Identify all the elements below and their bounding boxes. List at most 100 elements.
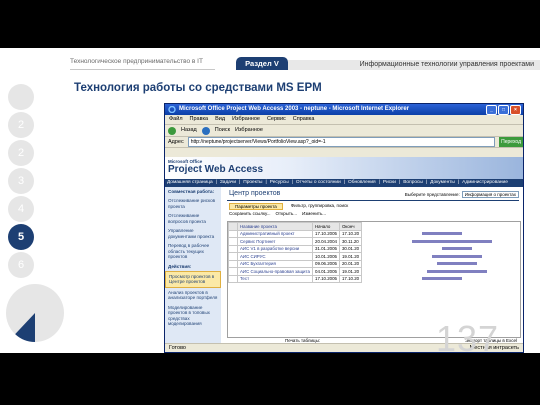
edit-button[interactable]: Изменить... [302, 211, 326, 216]
menu-edit[interactable]: Правка [190, 115, 209, 124]
leftnav-item[interactable]: Управление документами проекта [165, 226, 221, 241]
back-icon[interactable] [168, 126, 176, 135]
content-divider [227, 200, 519, 201]
topnav-home[interactable]: Домашняя страница [167, 179, 213, 187]
topnav-risks[interactable]: Риски [383, 179, 396, 187]
close-icon[interactable]: × [510, 105, 521, 115]
favorites-button[interactable]: Избранное [235, 125, 263, 136]
menu-favorites[interactable]: Избранное [232, 115, 260, 124]
content-tabs: Параметры проекта Фильтр, группировка, п… [229, 203, 348, 210]
menu-file[interactable]: Файл [169, 115, 183, 124]
table-cell: АИС Социально-правовая защита [237, 267, 313, 276]
slide-number-5[interactable]: 4 [8, 196, 34, 222]
slide-number-2[interactable]: 2 [8, 112, 34, 138]
pwa-logo-big: Project Web Access [168, 164, 264, 175]
gantt-bar [422, 232, 462, 235]
gantt-bar [427, 269, 487, 273]
browser-titlebar: Microsoft Office Project Web Access 2003… [165, 104, 523, 115]
table-cell: 17.10.20 [338, 229, 363, 238]
forward-icon[interactable] [201, 126, 210, 135]
table-row[interactable]: АИС Бухгалтерия 09.06.2005 20.01.20 [228, 259, 363, 268]
topnav-status-reports[interactable]: Отчеты о состоянии [296, 179, 341, 187]
table-cell: Сервис Портинет [237, 237, 313, 246]
search-button[interactable]: Поиск [215, 125, 230, 136]
slide-title: Технология работы со средствами MS EPM [74, 82, 322, 94]
status-left: Готово [169, 345, 186, 351]
topnav-updates[interactable]: Обновления [348, 179, 376, 187]
pwa-leftnav: Совместная работа: Отслеживание рисков п… [165, 187, 221, 343]
table-row[interactable]: Сервис Портинет 20.04.2004 30.11.20 [228, 237, 363, 246]
project-table: Название проекта Начало Оконч Администра… [228, 222, 363, 283]
leftnav-item[interactable]: Анализ проектов в анализаторе портфеля [165, 288, 221, 303]
table-row[interactable]: АИС Социально-правовая защита 04.01.2005 1… [228, 267, 363, 276]
table-row[interactable]: АИС СИРУС 10.01.2005 19.01.20 [228, 252, 363, 261]
col-header[interactable]: Оконч [338, 222, 363, 231]
leftnav-item[interactable]: Отслеживание вопросов проекта [165, 211, 221, 226]
address-input[interactable]: http://neptune/projectserver/Views/Portf… [187, 137, 496, 147]
topnav-projects[interactable]: Проекты [243, 179, 262, 187]
gantt-bar [432, 254, 482, 258]
gantt-bar [442, 247, 472, 250]
table-cell: 10.01.2005 [312, 252, 340, 261]
table-row[interactable]: Тест 17.10.2005 17.10.20 [228, 274, 363, 283]
presentation-slide: Технологическое предпринимательство в IT… [0, 48, 540, 353]
table-cell: АИС V1 в разработке версии [237, 244, 313, 253]
pwa-logo: Microsoft Office Project Web Access [168, 159, 278, 179]
window-title: Microsoft Office Project Web Access 2003… [179, 106, 410, 112]
open-button[interactable]: Открыть... [276, 211, 297, 216]
col-header[interactable]: Начало [312, 222, 340, 231]
slide-number-3[interactable]: 2 [8, 140, 34, 166]
row-indicator [228, 267, 238, 276]
pwa-page: Microsoft Office Project Web Access Дома… [165, 157, 523, 343]
topnav-issues[interactable]: Вопросы [403, 179, 423, 187]
row-indicator [228, 259, 238, 268]
gantt-bar [422, 277, 462, 280]
maximize-icon[interactable]: □ [498, 105, 509, 115]
menu-view[interactable]: Вид [215, 115, 225, 124]
slide-number-4[interactable]: 3 [8, 168, 34, 194]
back-button[interactable]: Назад [181, 125, 197, 136]
slide-number-active[interactable]: 5 [8, 224, 34, 250]
topnav-admin[interactable]: Администрирование [462, 179, 508, 187]
table-cell: 20.04.2004 [312, 237, 340, 246]
go-button[interactable]: Переход [499, 137, 523, 147]
row-indicator [228, 244, 238, 253]
tab-filter[interactable]: Фильтр, группировка, поиск [291, 203, 349, 210]
save-link-button[interactable]: Сохранить ссылку... [229, 211, 271, 216]
leftnav-item[interactable]: Моделирование проектов в топовых средств… [165, 303, 221, 329]
minimize-icon[interactable]: _ [486, 105, 497, 115]
slide-number-list: 2 2 3 4 5 6 [8, 84, 36, 280]
leftnav-item-selected[interactable]: Просмотр проектов в Центре проектов [165, 270, 221, 288]
browser-toolbar: Назад Поиск Избранное [165, 125, 523, 137]
address-bar: Адрес http://neptune/projectserver/Views… [165, 137, 523, 148]
slide-number-1[interactable] [8, 84, 34, 110]
menu-tools[interactable]: Сервис [267, 115, 286, 124]
gantt-bar [412, 239, 492, 243]
section-label: Раздел V [236, 57, 288, 70]
page-number: 137 [436, 318, 500, 353]
table-cell: 17.10.2005 [312, 274, 340, 283]
col-header[interactable]: Название проекта [237, 222, 313, 231]
tab-project-params[interactable]: Параметры проекта [229, 203, 283, 210]
table-cell: 19.01.20 [338, 252, 363, 261]
table-cell: 09.06.2005 [312, 259, 340, 268]
progress-pie [6, 284, 64, 342]
leftnav-item[interactable]: Отслеживание рисков проекта [165, 196, 221, 211]
content-tools: Сохранить ссылку... Открыть... Изменить.… [229, 211, 326, 216]
view-select[interactable]: Информация о проектах [461, 191, 519, 198]
topnav-tasks[interactable]: Задачи [220, 179, 236, 187]
menu-help[interactable]: Справка [293, 115, 315, 124]
row-indicator [228, 252, 238, 261]
row-indicator [228, 237, 238, 246]
table-row[interactable]: АИС V1 в разработке версии 31.01.2005 30.0… [228, 244, 363, 253]
leftnav-item[interactable]: Перевод в рабочее область текущих проект… [165, 241, 221, 262]
slide-number-7[interactable]: 6 [8, 252, 34, 278]
topnav-documents[interactable]: Документы [430, 179, 455, 187]
row-indicator [228, 229, 238, 238]
topnav-resources[interactable]: Ресурсы [270, 179, 289, 187]
leftnav-header: Действия: [168, 263, 192, 269]
table-cell: Административный проект [237, 229, 313, 238]
table-row[interactable]: Административный проект 17.10.2005 17.10.2… [228, 229, 363, 238]
gantt-bar [437, 262, 477, 265]
browser-window: Microsoft Office Project Web Access 2003… [164, 103, 524, 353]
